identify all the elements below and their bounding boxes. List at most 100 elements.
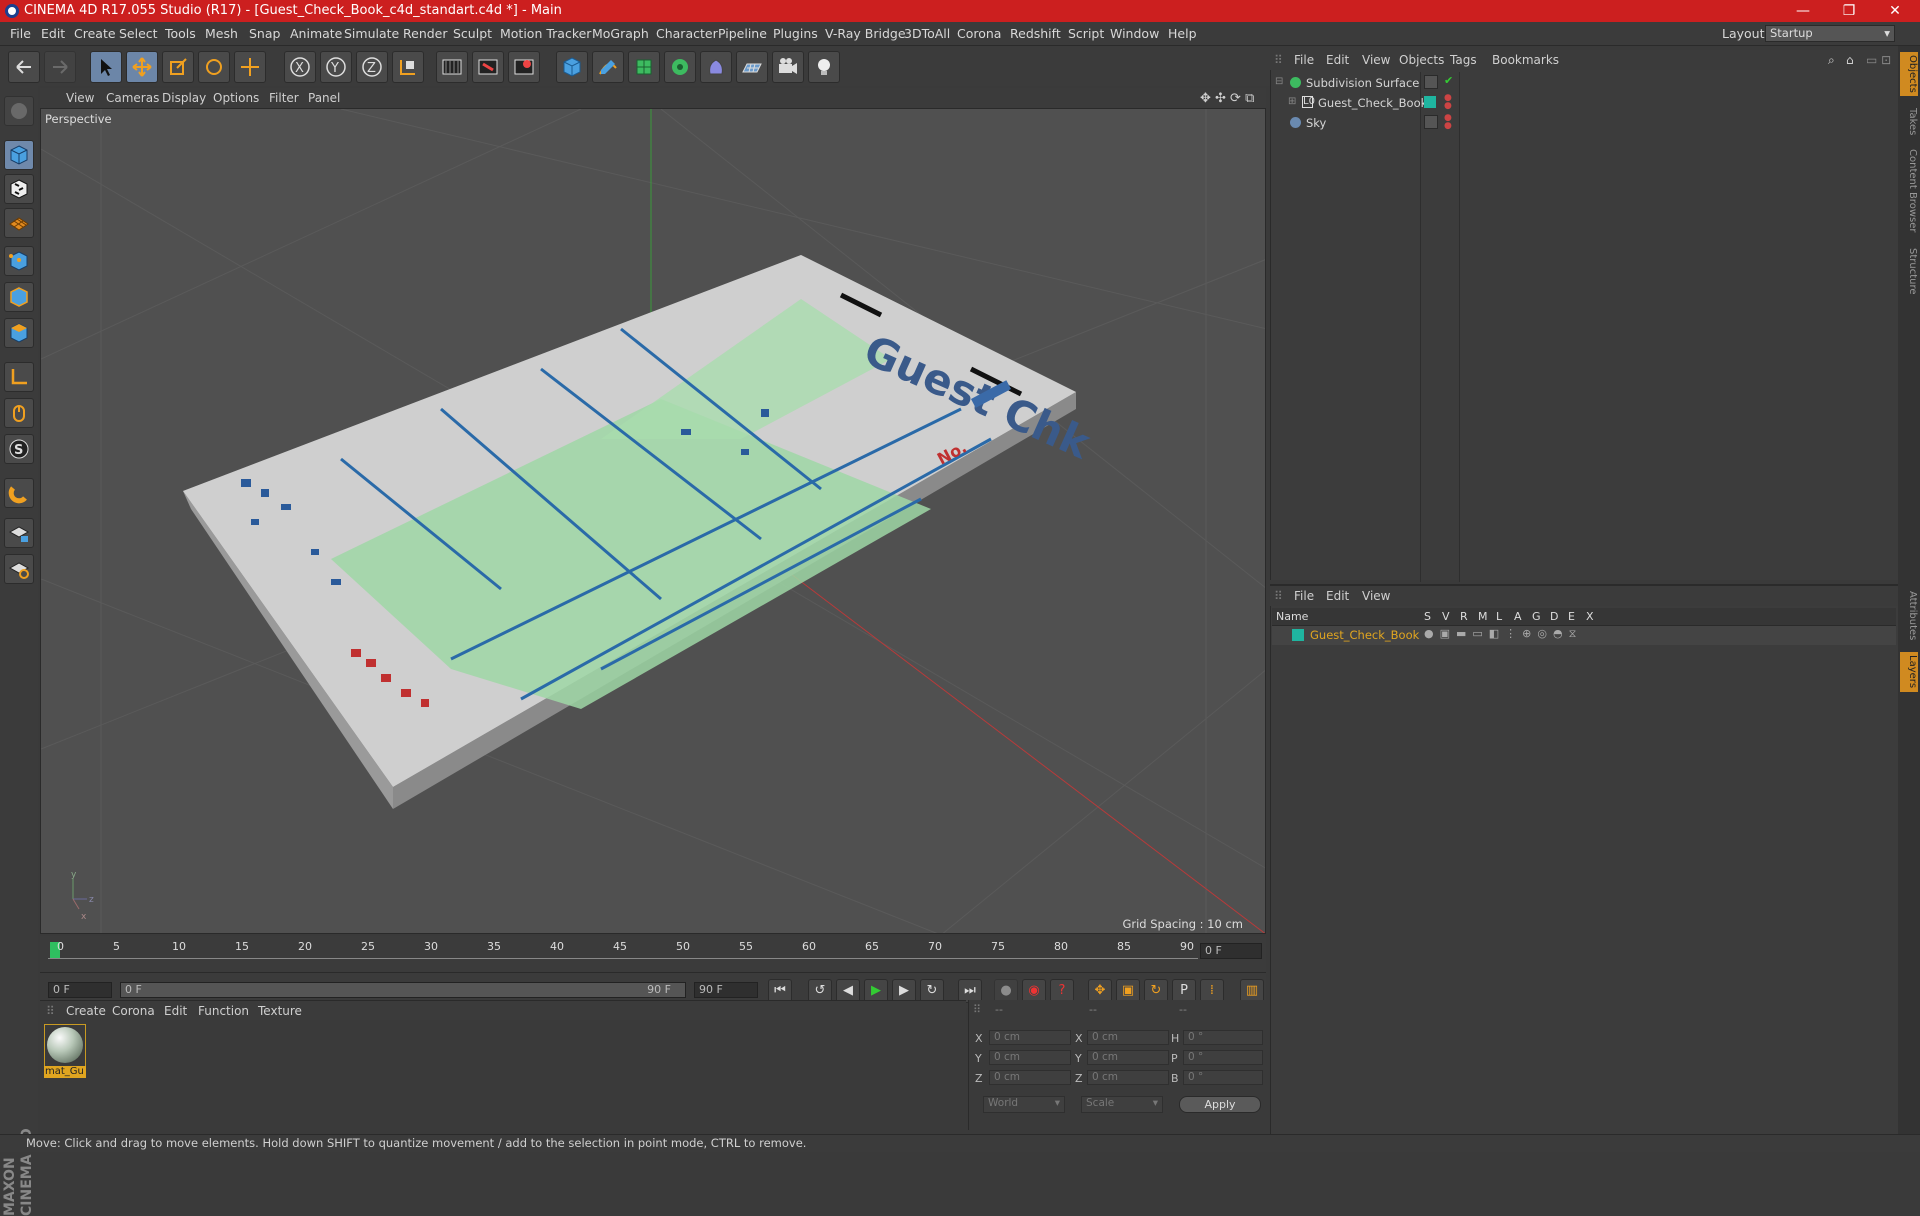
menu-help[interactable]: Help [1168,26,1197,41]
menu-select[interactable]: Select [119,26,158,41]
make-editable-button[interactable] [4,96,34,126]
apply-button[interactable]: Apply [1179,1096,1261,1113]
redo-button[interactable] [44,51,76,83]
layer-color-swatch[interactable] [1424,96,1436,108]
axis-mode-button[interactable] [4,362,34,392]
layer-menu-edit[interactable]: Edit [1326,589,1349,603]
cloner-button[interactable] [664,51,696,83]
scale-tool-button[interactable] [162,51,194,83]
expand-icon[interactable]: ⊞ [1288,96,1296,107]
collapse-icon[interactable]: ⊟ [1275,76,1283,87]
layer-flag-icons[interactable]: ●▣▬▭◧⋮⊕◎◓⧖ [1424,627,1582,641]
menu-window[interactable]: Window [1110,26,1159,41]
size-y-field[interactable]: 0 cm [1087,1050,1169,1065]
column-solo[interactable]: S [1424,610,1431,623]
viewport-menu-panel[interactable]: Panel [308,91,340,105]
perspective-viewport[interactable]: Guest Chk No. y z x Perspective Grid Spa… [40,108,1266,934]
menu-mesh[interactable]: Mesh [205,26,238,41]
light-object-button[interactable] [808,51,840,83]
tab-takes[interactable]: Takes [1900,104,1918,140]
enabled-check-icon[interactable]: ✔ [1444,74,1453,87]
object-menu-edit[interactable]: Edit [1326,53,1349,67]
layer-menu-view[interactable]: View [1362,589,1390,603]
object-row-subdivision-surface[interactable]: ⊟ Subdivision Surface ✔ [1272,74,1896,93]
position-x-field[interactable]: 0 cm [989,1030,1071,1045]
material-menu-texture[interactable]: Texture [258,1004,302,1018]
column-animation[interactable]: A [1514,610,1522,623]
material-menu-function[interactable]: Function [198,1004,249,1018]
menu-plugins[interactable]: Plugins [773,26,818,41]
menu-animate[interactable]: Animate [290,26,342,41]
column-xref[interactable]: X [1586,610,1594,623]
material-menu-corona[interactable]: Corona [112,1004,155,1018]
home-icon[interactable]: ⌂ [1846,53,1854,67]
viewport-menu-cameras[interactable]: Cameras [106,91,159,105]
object-menu-objects[interactable]: Objects [1399,53,1444,67]
frame-range-slider[interactable]: 0 F 90 F [120,982,686,998]
texture-mode-button[interactable] [4,174,34,204]
rotation-h-field[interactable]: 0 ° [1183,1030,1263,1045]
live-selection-button[interactable] [234,51,266,83]
timeline-ruler[interactable]: 0 5 10 15 20 25 30 35 40 45 50 55 60 65 … [40,936,1266,972]
close-button[interactable]: ✕ [1872,0,1918,22]
visibility-dots-icon[interactable]: ● ● [1444,94,1452,111]
visibility-dots-icon[interactable]: ● ● [1444,114,1452,131]
edges-mode-button[interactable] [4,282,34,312]
layer-tag-icon[interactable] [1424,115,1438,129]
column-manager[interactable]: M [1478,610,1488,623]
menu-3dtoall[interactable]: 3DToAll [904,26,950,41]
column-render[interactable]: R [1460,610,1468,623]
object-menu-bookmarks[interactable]: Bookmarks [1492,53,1559,67]
menu-redshift[interactable]: Redshift [1010,26,1061,41]
column-expressions[interactable]: E [1568,610,1575,623]
menu-render[interactable]: Render [403,26,448,41]
viewport-menu-view[interactable]: View [66,91,94,105]
render-settings-button[interactable] [508,51,540,83]
model-mode-button[interactable] [4,140,34,170]
render-picture-viewer-button[interactable] [472,51,504,83]
cube-object-button[interactable] [556,51,588,83]
position-y-field[interactable]: 0 cm [989,1050,1071,1065]
object-menu-file[interactable]: File [1294,53,1314,67]
viewport-menu-display[interactable]: Display [162,91,206,105]
coordinate-system-button[interactable] [392,51,424,83]
search-icon[interactable]: ⌕ [1828,53,1835,68]
size-z-field[interactable]: 0 cm [1087,1070,1169,1085]
menu-create[interactable]: Create [74,26,116,41]
z-axis-lock-button[interactable]: Z [356,51,388,83]
size-mode-dropdown[interactable]: Scale ▾ [1081,1096,1163,1113]
tab-content-browser[interactable]: Content Browser [1900,146,1918,236]
column-deformers[interactable]: D [1550,610,1558,623]
window-options-icon[interactable]: ▭ ⊡ [1866,53,1891,67]
menu-tools[interactable]: Tools [165,26,196,41]
floor-object-button[interactable] [736,51,768,83]
menu-vray-bridge[interactable]: V-Ray Bridge [825,26,906,41]
tab-objects[interactable]: Objects [1900,52,1918,96]
polygons-mode-button[interactable] [4,318,34,348]
object-row-guest-check-book[interactable]: ⊞ L0 Guest_Check_Book ● ● [1272,94,1896,113]
deformer-button[interactable] [700,51,732,83]
position-z-field[interactable]: 0 cm [989,1070,1071,1085]
menu-sculpt[interactable]: Sculpt [453,26,492,41]
material-menu-edit[interactable]: Edit [164,1004,187,1018]
move-tool-button[interactable] [126,51,158,83]
select-tool-button[interactable] [90,51,122,83]
render-view-button[interactable] [436,51,468,83]
rotate-tool-button[interactable] [198,51,230,83]
object-row-sky[interactable]: Sky ● ● [1272,114,1896,133]
column-generators[interactable]: G [1532,610,1541,623]
planar-workplane-button[interactable] [4,554,34,584]
tab-layers[interactable]: Layers [1900,652,1918,692]
menu-character[interactable]: Character [656,26,718,41]
menu-file[interactable]: File [10,26,31,41]
y-axis-lock-button[interactable]: Y [320,51,352,83]
tab-attributes[interactable]: Attributes [1900,586,1918,646]
undo-button[interactable] [8,51,40,83]
column-view[interactable]: V [1442,610,1450,623]
menu-motion-tracker[interactable]: Motion Tracker [500,26,591,41]
menu-pipeline[interactable]: Pipeline [718,26,767,41]
menu-edit[interactable]: Edit [41,26,65,41]
viewport-menu-options[interactable]: Options [213,91,259,105]
viewport-menu-filter[interactable]: Filter [269,91,299,105]
menu-snap[interactable]: Snap [249,26,280,41]
